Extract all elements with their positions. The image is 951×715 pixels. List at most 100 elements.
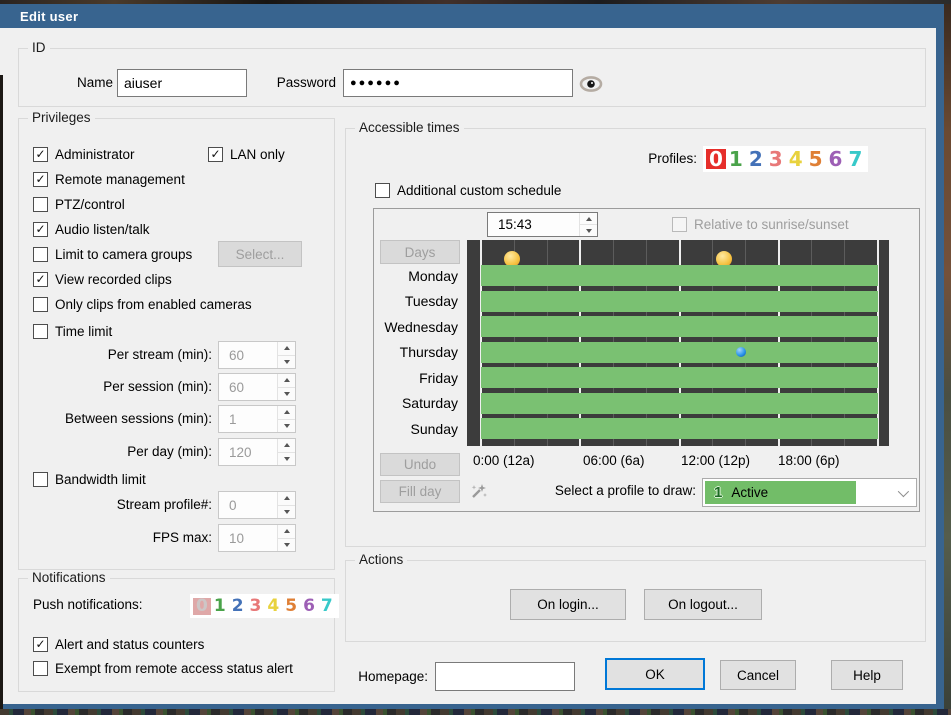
- schedule-bar-friday[interactable]: [481, 367, 878, 388]
- select-groups-button[interactable]: Select...: [218, 241, 302, 267]
- day-label-wednesday: Wednesday: [353, 317, 458, 337]
- profile-digit-4[interactable]: 4: [264, 598, 282, 615]
- spin-down-icon[interactable]: [278, 505, 295, 519]
- checkbox-administrator[interactable]: ✓ Administrator: [33, 144, 135, 164]
- spin-up-icon[interactable]: [278, 406, 295, 419]
- current-time-marker: [736, 347, 746, 357]
- between-sessions-spinner[interactable]: 1: [218, 405, 296, 433]
- checkbox-view-recorded-clips[interactable]: ✓ View recorded clips: [33, 269, 172, 289]
- checkbox-box[interactable]: [33, 297, 48, 312]
- stream-profile-label: Stream profile#:: [20, 495, 212, 515]
- magic-wand-icon[interactable]: [467, 480, 489, 502]
- profile-digit-0[interactable]: 0: [193, 598, 211, 615]
- profile-digit-5[interactable]: 5: [806, 149, 826, 169]
- spin-down-icon[interactable]: [278, 419, 295, 433]
- notifications-group-label: Notifications: [28, 570, 110, 585]
- checkbox-ptz-control[interactable]: PTZ/control: [33, 194, 125, 214]
- cancel-button[interactable]: Cancel: [720, 660, 796, 690]
- per-stream-spinner[interactable]: 60: [218, 341, 296, 369]
- name-input[interactable]: [117, 69, 247, 97]
- profile-digit-4[interactable]: 4: [786, 149, 806, 169]
- spin-down-icon[interactable]: [278, 355, 295, 369]
- checkbox-additional-custom-schedule[interactable]: Additional custom schedule: [375, 180, 561, 200]
- day-labels-column: MondayTuesdayWednesdayThursdayFridaySatu…: [353, 240, 462, 446]
- checkbox-relative-sunrise-sunset[interactable]: Relative to sunrise/sunset: [672, 214, 849, 234]
- show-password-eye-icon[interactable]: [579, 75, 603, 93]
- profile-digit-1[interactable]: 1: [726, 149, 746, 169]
- profile-digit-6[interactable]: 6: [300, 598, 318, 615]
- checkbox-box[interactable]: ✓: [33, 272, 48, 287]
- spin-down-icon[interactable]: [278, 538, 295, 552]
- spin-up-icon[interactable]: [278, 525, 295, 538]
- profile-digit-0[interactable]: 0: [706, 149, 726, 169]
- checkbox-lan-only[interactable]: ✓ LAN only: [208, 144, 285, 164]
- schedule-bar-tuesday[interactable]: [481, 291, 878, 312]
- per-session-label: Per session (min):: [20, 377, 212, 397]
- per-session-spinner[interactable]: 60: [218, 373, 296, 401]
- schedule-bar-saturday[interactable]: [481, 393, 878, 414]
- homepage-input[interactable]: [435, 662, 575, 691]
- checkbox-time-limit[interactable]: Time limit: [33, 321, 112, 341]
- checkbox-box[interactable]: ✓: [33, 147, 48, 162]
- spin-down-icon[interactable]: [278, 452, 295, 466]
- checkbox-box[interactable]: [33, 324, 48, 339]
- time-input-spinner[interactable]: 15:43: [487, 212, 598, 237]
- actions-group: Actions: [345, 560, 926, 642]
- profile-digit-7[interactable]: 7: [318, 598, 336, 615]
- title-bar[interactable]: Edit user: [0, 4, 944, 28]
- schedule-bar-thursday[interactable]: [481, 342, 878, 363]
- spin-up-icon[interactable]: [580, 213, 597, 224]
- schedule-bar-wednesday[interactable]: [481, 316, 878, 337]
- spin-up-icon[interactable]: [278, 342, 295, 355]
- profiles-digits: 01234567: [703, 146, 868, 172]
- push-notification-profile-digits: 01234567: [190, 594, 339, 618]
- checkbox-only-enabled-cameras[interactable]: Only clips from enabled cameras: [33, 294, 252, 314]
- checkbox-box[interactable]: ✓: [33, 172, 48, 187]
- checkbox-box[interactable]: [33, 661, 48, 676]
- checkbox-bandwidth-limit[interactable]: Bandwidth limit: [33, 469, 146, 489]
- spin-up-icon[interactable]: [278, 439, 295, 452]
- profile-digit-6[interactable]: 6: [826, 149, 846, 169]
- axis-label-0000: 0:00 (12a): [473, 452, 535, 470]
- checkbox-exempt-remote-status-alert[interactable]: Exempt from remote access status alert: [33, 658, 293, 678]
- checkbox-alert-status-counters[interactable]: ✓ Alert and status counters: [33, 634, 204, 654]
- spin-up-icon[interactable]: [278, 374, 295, 387]
- checkbox-box[interactable]: [375, 183, 390, 198]
- fps-max-spinner[interactable]: 10: [218, 524, 296, 552]
- checkbox-box[interactable]: ✓: [33, 222, 48, 237]
- undo-button[interactable]: Undo: [380, 453, 460, 476]
- checkbox-audio-listen-talk[interactable]: ✓ Audio listen/talk: [33, 219, 150, 239]
- profile-digit-3[interactable]: 3: [247, 598, 265, 615]
- checkbox-box[interactable]: [672, 217, 687, 232]
- profile-select-dropdown[interactable]: 1 Active: [702, 478, 917, 507]
- checkbox-box[interactable]: [33, 247, 48, 262]
- checkbox-box[interactable]: [33, 472, 48, 487]
- on-logout-button[interactable]: On logout...: [644, 589, 762, 620]
- spin-down-icon[interactable]: [278, 387, 295, 401]
- on-login-button[interactable]: On login...: [510, 589, 626, 620]
- fill-day-button[interactable]: Fill day: [380, 480, 460, 503]
- schedule-grid[interactable]: [467, 240, 889, 446]
- checkbox-remote-management[interactable]: ✓ Remote management: [33, 169, 185, 189]
- password-input[interactable]: [343, 69, 573, 97]
- profile-digit-1[interactable]: 1: [211, 598, 229, 615]
- profile-digit-2[interactable]: 2: [746, 149, 766, 169]
- schedule-bar-sunday[interactable]: [481, 418, 878, 439]
- password-label: Password: [256, 73, 336, 93]
- checkbox-box[interactable]: [33, 197, 48, 212]
- help-button[interactable]: Help: [831, 660, 903, 690]
- checkbox-box[interactable]: ✓: [208, 147, 223, 162]
- checkbox-box[interactable]: ✓: [33, 637, 48, 652]
- profile-digit-7[interactable]: 7: [845, 149, 865, 169]
- ok-button[interactable]: OK: [605, 658, 705, 690]
- spin-down-icon[interactable]: [580, 224, 597, 236]
- checkbox-limit-camera-groups[interactable]: Limit to camera groups: [33, 244, 192, 264]
- profile-digit-2[interactable]: 2: [229, 598, 247, 615]
- profile-digit-5[interactable]: 5: [282, 598, 300, 615]
- fps-max-label: FPS max:: [20, 528, 212, 548]
- spin-up-icon[interactable]: [278, 492, 295, 505]
- profile-digit-3[interactable]: 3: [766, 149, 786, 169]
- stream-profile-spinner[interactable]: 0: [218, 491, 296, 519]
- per-day-spinner[interactable]: 120: [218, 438, 296, 466]
- schedule-bar-monday[interactable]: [481, 265, 878, 286]
